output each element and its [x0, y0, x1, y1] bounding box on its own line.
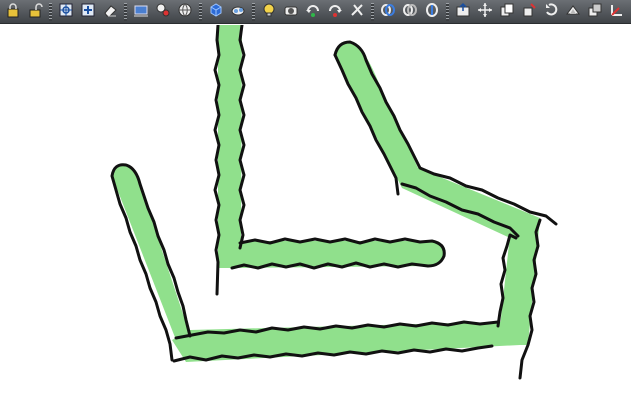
rotate-button[interactable] — [541, 2, 561, 22]
light-bulb-button[interactable] — [259, 2, 279, 22]
shapes-icon — [155, 2, 171, 22]
light-bulb-icon — [261, 2, 277, 22]
ring-gray-icon — [402, 2, 418, 22]
export-icon — [455, 2, 471, 22]
tools-icon — [349, 2, 365, 22]
tools-button[interactable] — [347, 2, 367, 22]
toolbar-separator — [199, 2, 202, 21]
toolbar-separator — [371, 2, 374, 21]
toolbar — [0, 0, 631, 24]
ring-split-icon — [424, 2, 440, 22]
ring-gray-button[interactable] — [400, 2, 420, 22]
duplicate-button[interactable] — [585, 2, 605, 22]
axes-button[interactable] — [607, 2, 627, 22]
globe-button[interactable] — [175, 2, 195, 22]
rotate-left-button[interactable] — [303, 2, 323, 22]
eye-icon — [230, 2, 246, 22]
open-lock-icon — [27, 2, 43, 22]
wire-cube-button[interactable] — [206, 2, 226, 22]
shapes-button[interactable] — [153, 2, 173, 22]
toolbar-separator — [124, 2, 127, 21]
stack-button[interactable] — [563, 2, 583, 22]
eye-button[interactable] — [228, 2, 248, 22]
drawing-canvas[interactable] — [0, 25, 631, 406]
wire-cube-icon — [208, 2, 224, 22]
eraser-button[interactable] — [100, 2, 120, 22]
stack-icon — [565, 2, 581, 22]
target-icon — [58, 2, 74, 22]
toolbar-separator — [252, 2, 255, 21]
open-lock-button[interactable] — [25, 2, 45, 22]
copy-button[interactable] — [497, 2, 517, 22]
rotate-right-button[interactable] — [325, 2, 345, 22]
move-icon — [477, 2, 493, 22]
ring-blue-button[interactable] — [378, 2, 398, 22]
export-button[interactable] — [453, 2, 473, 22]
ring-split-button[interactable] — [422, 2, 442, 22]
transform-icon — [521, 2, 537, 22]
ring-blue-icon — [380, 2, 396, 22]
zoom-box-button[interactable] — [78, 2, 98, 22]
globe-icon — [177, 2, 193, 22]
lock-button[interactable] — [3, 2, 23, 22]
frame-icon — [133, 2, 149, 22]
rotate-left-icon — [305, 2, 321, 22]
toolbar-separator — [446, 2, 449, 21]
transform-button[interactable] — [519, 2, 539, 22]
zoom-box-icon — [80, 2, 96, 22]
rotate-right-icon — [327, 2, 343, 22]
copy-icon — [499, 2, 515, 22]
eraser-icon — [102, 2, 118, 22]
frame-button[interactable] — [131, 2, 151, 22]
target-button[interactable] — [56, 2, 76, 22]
toolbar-separator — [49, 2, 52, 21]
camera-button[interactable] — [281, 2, 301, 22]
lock-icon — [5, 2, 21, 22]
axes-icon — [609, 2, 625, 22]
duplicate-icon — [587, 2, 603, 22]
rotate-icon — [543, 2, 559, 22]
left-arm-channel — [112, 164, 190, 340]
vertical-channel — [218, 25, 242, 262]
camera-icon — [283, 2, 299, 22]
move-button[interactable] — [475, 2, 495, 22]
diagonal-channel — [335, 41, 540, 238]
